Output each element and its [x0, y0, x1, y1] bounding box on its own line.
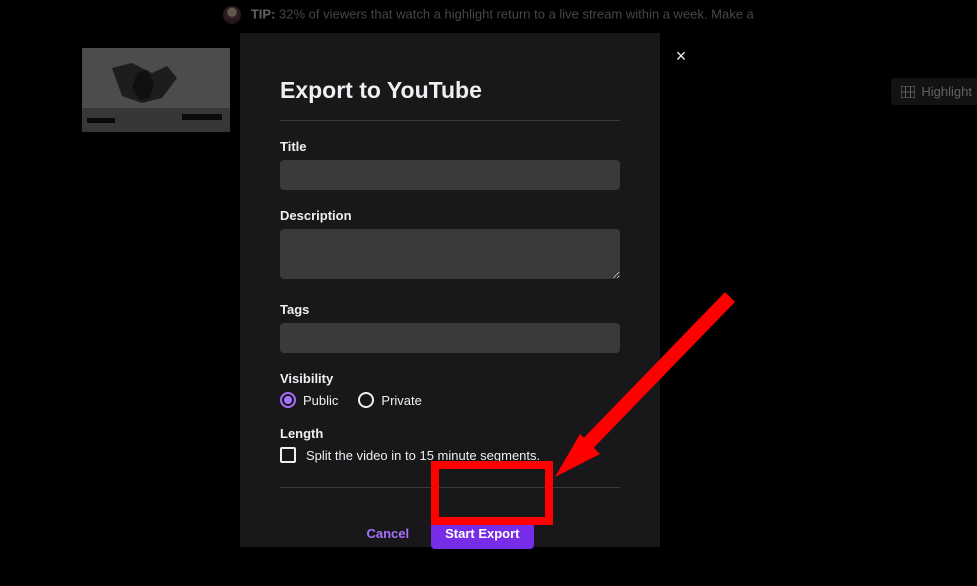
visibility-private-radio[interactable]: Private	[358, 392, 421, 408]
modal-title: Export to YouTube	[280, 77, 620, 104]
radio-unchecked-icon	[358, 392, 374, 408]
checkbox-unchecked-icon	[280, 447, 296, 463]
modal-footer: Cancel Start Export	[280, 487, 620, 549]
description-label: Description	[280, 208, 620, 223]
visibility-label: Visibility	[280, 371, 620, 386]
close-button[interactable]: ×	[671, 46, 691, 66]
tags-input[interactable]	[280, 323, 620, 353]
tags-label: Tags	[280, 302, 620, 317]
export-modal: Export to YouTube Title Description Tags…	[240, 33, 660, 547]
description-input[interactable]	[280, 229, 620, 279]
start-export-button[interactable]: Start Export	[431, 518, 533, 549]
length-label: Length	[280, 426, 620, 441]
visibility-group: Visibility Public Private	[280, 371, 620, 408]
description-group: Description	[280, 208, 620, 284]
public-label: Public	[303, 393, 338, 408]
length-group: Length Split the video in to 15 minute s…	[280, 426, 620, 463]
title-label: Title	[280, 139, 620, 154]
title-input[interactable]	[280, 160, 620, 190]
close-icon: ×	[676, 46, 687, 67]
private-label: Private	[381, 393, 421, 408]
split-label: Split the video in to 15 minute segments…	[306, 448, 540, 463]
divider	[280, 120, 620, 121]
split-checkbox-row[interactable]: Split the video in to 15 minute segments…	[280, 447, 620, 463]
tags-group: Tags	[280, 302, 620, 353]
title-group: Title	[280, 139, 620, 190]
visibility-public-radio[interactable]: Public	[280, 392, 338, 408]
cancel-button[interactable]: Cancel	[366, 526, 409, 541]
radio-checked-icon	[280, 392, 296, 408]
